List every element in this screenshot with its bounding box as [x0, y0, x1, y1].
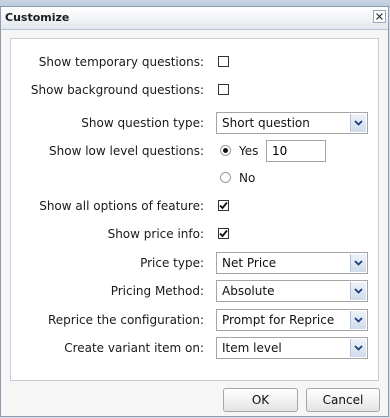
create-variant-item-dropdown-button[interactable] — [350, 339, 366, 357]
reprice-configuration-value: Prompt for Reprice — [222, 313, 335, 327]
reprice-configuration-dropdown-button[interactable] — [350, 311, 366, 329]
close-icon — [376, 13, 383, 20]
price-type-value: Net Price — [222, 256, 277, 270]
price-type-select[interactable]: Net Price — [216, 252, 368, 274]
chevron-down-icon — [354, 345, 363, 351]
reprice-configuration-select[interactable]: Prompt for Reprice — [216, 309, 368, 331]
ok-button[interactable]: OK — [223, 388, 298, 412]
check-icon — [219, 201, 228, 210]
show-temporary-questions-label: Show temporary questions: — [38, 55, 204, 69]
low-level-no-label: No — [239, 171, 256, 185]
row-show-background-questions: Show background questions: — [11, 79, 378, 101]
show-question-type-label: Show question type: — [81, 116, 204, 130]
show-all-options-label: Show all options of feature: — [39, 199, 204, 213]
row-show-price-info: Show price info: — [11, 223, 378, 245]
row-show-low-level-questions: Show low level questions: Yes — [11, 140, 378, 162]
row-show-question-type: Show question type: Short question — [11, 112, 378, 134]
create-variant-item-value: Item level — [222, 341, 282, 355]
show-temporary-questions-checkbox[interactable] — [218, 56, 229, 67]
row-show-temporary-questions: Show temporary questions: — [11, 51, 378, 73]
show-price-info-label: Show price info: — [107, 227, 204, 241]
show-low-level-questions-label: Show low level questions: — [49, 144, 204, 158]
question-type-dropdown-button[interactable] — [350, 114, 366, 132]
pricing-method-dropdown-button[interactable] — [350, 282, 366, 300]
show-background-questions-checkbox[interactable] — [218, 84, 229, 95]
row-show-all-options: Show all options of feature: — [11, 195, 378, 217]
show-all-options-checkbox[interactable] — [218, 200, 229, 211]
price-type-dropdown-button[interactable] — [350, 254, 366, 272]
pricing-method-value: Absolute — [222, 284, 275, 298]
create-variant-item-label: Create variant item on: — [64, 341, 204, 355]
chevron-down-icon — [354, 288, 363, 294]
row-price-type: Price type: Net Price — [11, 252, 378, 274]
low-level-yes-label: Yes — [239, 144, 259, 158]
create-variant-item-select[interactable]: Item level — [216, 337, 368, 359]
pricing-method-label: Pricing Method: — [110, 284, 204, 298]
low-level-no-radio[interactable] — [220, 172, 231, 183]
dialog-title: Customize — [5, 11, 70, 24]
low-level-value-input[interactable] — [266, 140, 326, 162]
close-button[interactable] — [373, 10, 386, 23]
chevron-down-icon — [354, 120, 363, 126]
reprice-configuration-label: Reprice the configuration: — [47, 313, 204, 327]
customize-dialog: Customize Show temporary questions: Show… — [0, 6, 389, 417]
price-type-label: Price type: — [140, 256, 204, 270]
pricing-method-select[interactable]: Absolute — [216, 280, 368, 302]
cancel-button[interactable]: Cancel — [306, 388, 380, 412]
row-reprice-configuration: Reprice the configuration: Prompt for Re… — [11, 309, 378, 331]
low-level-yes-radio[interactable] — [220, 145, 231, 156]
options-panel: Show temporary questions: Show backgroun… — [10, 38, 379, 381]
chevron-down-icon — [354, 317, 363, 323]
row-pricing-method: Pricing Method: Absolute — [11, 280, 378, 302]
question-type-value: Short question — [222, 116, 310, 130]
show-background-questions-label: Show background questions: — [30, 83, 204, 97]
row-create-variant-item: Create variant item on: Item level — [11, 337, 378, 359]
show-price-info-checkbox[interactable] — [218, 228, 229, 239]
check-icon — [219, 229, 228, 238]
dialog-titlebar[interactable]: Customize — [1, 7, 388, 30]
row-low-level-no: No — [11, 167, 378, 189]
question-type-select[interactable]: Short question — [216, 112, 368, 134]
chevron-down-icon — [354, 260, 363, 266]
